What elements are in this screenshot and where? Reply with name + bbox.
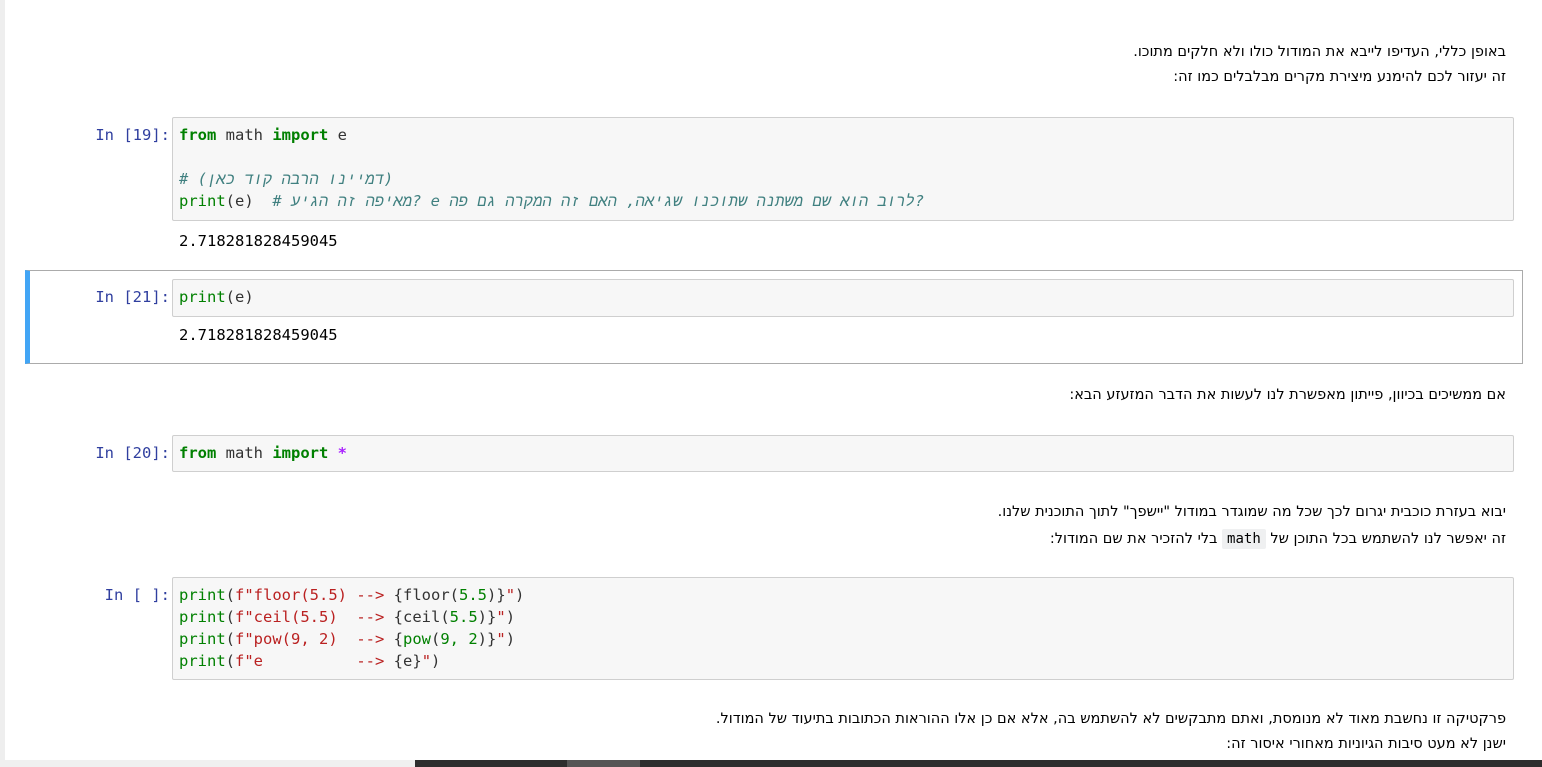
markdown-cell[interactable]: יבוא בעזרת כוכבית יגרום לכך שכל מה שמוגד… (998, 500, 1506, 552)
cell-prompt: In [19]: (95, 126, 170, 144)
code-line: print(f"ceil(5.5) --> {ceil(5.5)}") (179, 608, 516, 626)
code-editor[interactable]: print(f"floor(5.5) --> {floor(5.5)}") pr… (173, 578, 1513, 678)
markdown-cell[interactable]: פרקטיקה זו נחשבת מאוד לא מנומסת, ואתם מת… (716, 707, 1506, 757)
cell-prompt: In [21]: (95, 288, 170, 306)
cell-prompt: In [ ]: (104, 586, 170, 604)
markdown-line: אם ממשיכים בכיוון, פייתון מאפשרת לנו לעש… (1069, 387, 1506, 403)
markdown-line: באופן כללי, העדיפו לייבא את המודול כולו … (1133, 44, 1506, 60)
code-line: print(f"pow(9, 2) --> {pow(9, 2)}") (179, 630, 516, 648)
cell-prompt: In [20]: (95, 444, 170, 462)
code-cell-input[interactable]: from math import * (172, 435, 1514, 472)
code-cell-input[interactable]: print(f"floor(5.5) --> {floor(5.5)}") pr… (172, 577, 1514, 680)
scrollbar-thumb[interactable] (567, 760, 640, 767)
notebook-container: באופן כללי, העדיפו לייבא את המודול כולו … (5, 0, 1542, 760)
code-cell-input[interactable]: from math import e # (דמיינו הרבה קוד כא… (172, 117, 1514, 221)
code-cell-input[interactable]: print(e) (172, 279, 1514, 317)
markdown-cell[interactable]: אם ממשיכים בכיוון, פייתון מאפשרת לנו לעש… (1069, 383, 1506, 408)
code-editor[interactable]: from math import * (173, 436, 1513, 470)
markdown-line: זה יאפשר לנו להשתמש בכל התוכן של math בל… (1049, 529, 1506, 549)
code-line: from math import * (179, 444, 348, 462)
code-editor[interactable]: print(e) (173, 280, 1513, 314)
markdown-line: ישנן לא מעט סיבות הגיוניות מאחורי איסור … (1226, 736, 1506, 752)
cell-output: 2.718281828459045 (179, 326, 338, 344)
code-line: # (דמיינו הרבה קוד כאן) (179, 170, 394, 188)
code-line: print(f"e --> {e}") (179, 652, 441, 670)
markdown-line: פרקטיקה זו נחשבת מאוד לא מנומסת, ואתם מת… (715, 711, 1506, 727)
markdown-line: זה יעזור לכם להימנע מיצירת מקרים מבלבלים… (1173, 69, 1506, 85)
code-line: print(e) (179, 288, 254, 306)
code-editor[interactable]: from math import e # (דמיינו הרבה קוד כא… (173, 118, 1513, 218)
markdown-line: יבוא בעזרת כוכבית יגרום לכך שכל מה שמוגד… (997, 504, 1506, 520)
markdown-cell[interactable]: באופן כללי, העדיפו לייבא את המודול כולו … (1133, 40, 1506, 90)
code-line: from math import e (179, 126, 347, 144)
code-line: print(f"floor(5.5) --> {floor(5.5)}") (179, 586, 525, 604)
cell-output: 2.718281828459045 (179, 232, 338, 250)
inline-code: math (1222, 529, 1266, 549)
code-line: print(e) # מאיפה זה הגיע? e לרוב הוא שם … (179, 192, 925, 210)
